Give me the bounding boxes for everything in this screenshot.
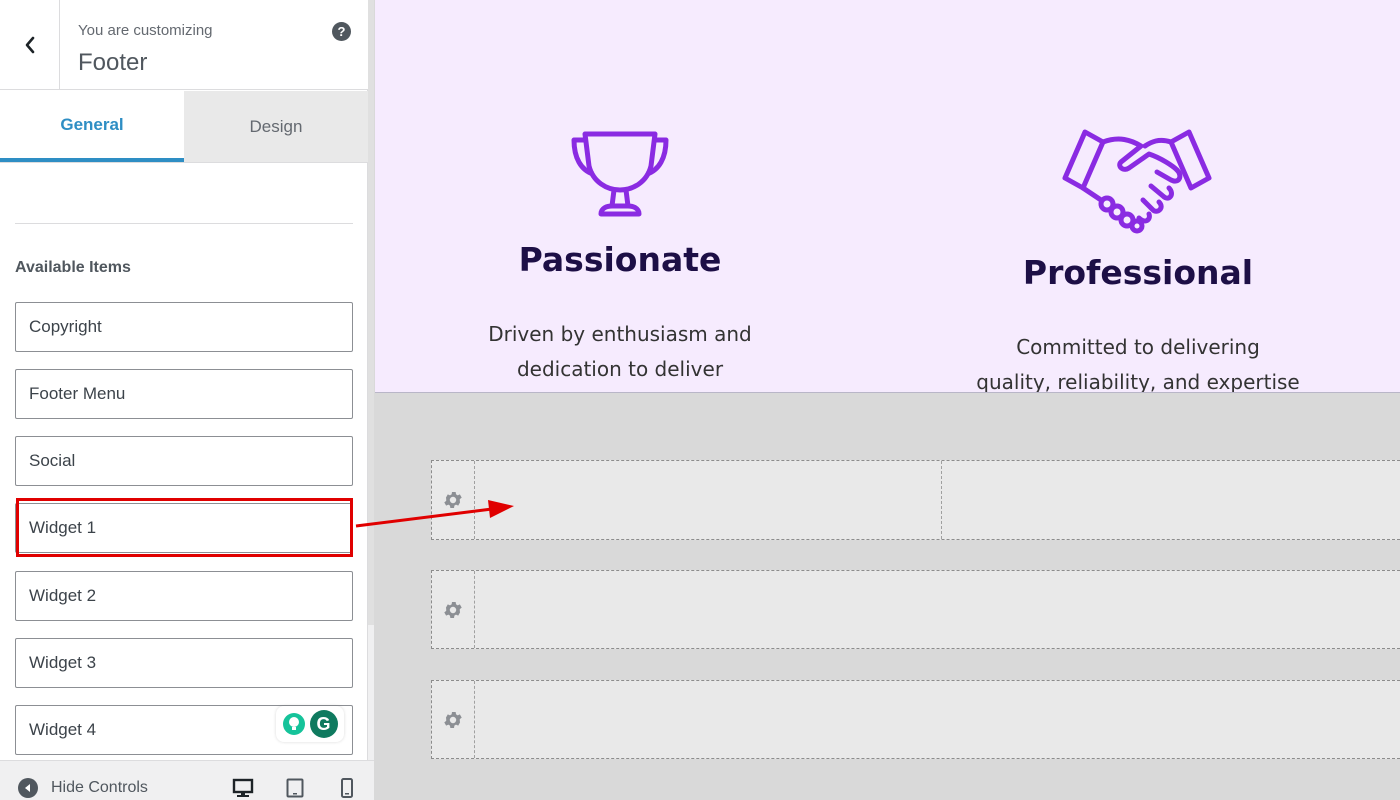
item-copyright[interactable]: Copyright (15, 302, 353, 352)
customizing-label: You are customizing (78, 22, 213, 39)
tablet-icon[interactable] (284, 777, 306, 799)
hide-controls-label: Hide Controls (51, 779, 148, 796)
tab-bar: General Design (0, 91, 368, 163)
help-icon[interactable]: ? (332, 22, 351, 41)
site-preview-features: Passionate Driven by enthusiasm and dedi… (375, 0, 1400, 393)
collapse-arrow-icon (18, 778, 38, 798)
section-title: Footer (78, 49, 148, 76)
item-widget-2[interactable]: Widget 2 (15, 571, 353, 621)
highlight-annotation-box (16, 498, 353, 557)
trophy-icon (571, 131, 669, 217)
footer-builder-row-top[interactable] (431, 460, 1400, 540)
drop-zone-column[interactable] (476, 681, 1400, 758)
item-widget-3[interactable]: Widget 3 (15, 638, 353, 688)
item-footer-menu[interactable]: Footer Menu (15, 369, 353, 419)
feature-desc-line: Driven by enthusiasm and (488, 322, 752, 346)
drop-zone-column-1[interactable] (476, 461, 941, 539)
drop-zone-column-2[interactable] (942, 461, 1400, 539)
feature-passionate: Passionate (470, 240, 770, 279)
mobile-icon[interactable] (336, 777, 358, 799)
gear-icon (444, 492, 462, 508)
tab-general[interactable]: General (0, 91, 184, 162)
feature-passionate-desc: Driven by enthusiasm and dedication to d… (470, 317, 770, 387)
feature-desc-line: Committed to delivering (1016, 335, 1260, 359)
feature-desc-line: quality, reliability, and expertise (976, 370, 1300, 393)
grammarly-logo-icon[interactable]: G (309, 710, 338, 738)
footer-builder-row-main[interactable] (431, 570, 1400, 649)
gear-icon (444, 711, 462, 728)
customizer-header: You are customizing Footer ? (0, 0, 368, 90)
footer-builder-row-bottom[interactable] (431, 680, 1400, 759)
feature-title: Passionate (518, 240, 722, 279)
hide-controls-button[interactable]: Hide Controls (18, 778, 148, 798)
feature-desc-line: dedication to deliver (516, 357, 724, 381)
feature-professional-desc: Committed to delivering quality, reliabi… (963, 330, 1313, 393)
section-divider (15, 223, 353, 224)
drop-zone-column[interactable] (476, 571, 1400, 648)
sidebar-panel: You are customizing Footer ? General Des… (0, 0, 368, 800)
grammarly-widget: G (276, 706, 344, 742)
tab-design[interactable]: Design (184, 91, 368, 162)
handshake-icon (1062, 129, 1212, 234)
row-settings-button[interactable] (432, 571, 475, 648)
feature-title: Professional (1022, 253, 1254, 292)
back-button[interactable] (0, 0, 60, 90)
lightbulb-icon[interactable] (282, 713, 305, 735)
gear-icon (444, 601, 462, 618)
customizer-sidebar: You are customizing Footer ? General Des… (0, 0, 374, 800)
available-items-title: Available Items (15, 259, 131, 276)
feature-professional: Professional (988, 253, 1288, 292)
item-social[interactable]: Social (15, 436, 353, 486)
row-settings-button[interactable] (432, 461, 475, 539)
customizer-footer-bar: Hide Controls (0, 760, 374, 800)
row-settings-button[interactable] (432, 681, 475, 758)
sidebar-scrollbar[interactable] (368, 0, 374, 625)
chevron-left-icon (25, 36, 34, 54)
desktop-icon[interactable] (232, 777, 254, 799)
